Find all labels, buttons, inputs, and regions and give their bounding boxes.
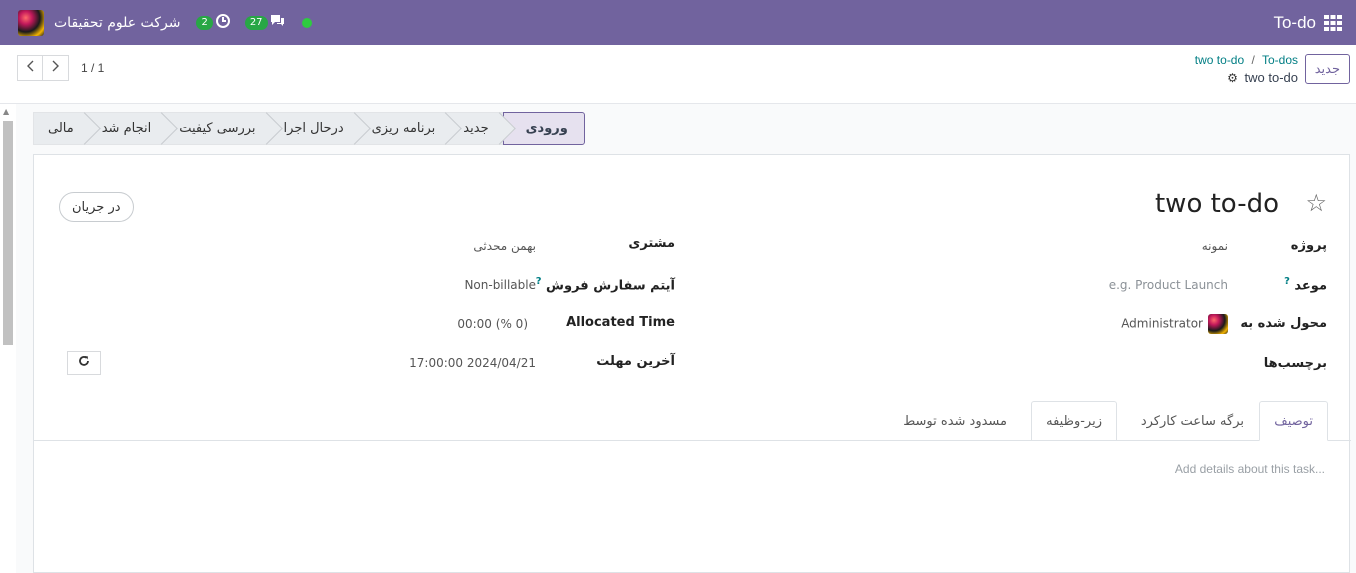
- milestone-label: ? موعد: [1284, 276, 1327, 294]
- allocated-time-value[interactable]: 00:00 (% 0): [457, 317, 536, 331]
- current-record-name: two to-do: [1244, 70, 1298, 85]
- pager-next-button[interactable]: [43, 55, 69, 81]
- stage-label: ورودی: [525, 121, 568, 136]
- app-name[interactable]: To-do: [1273, 13, 1316, 33]
- stage-button-4[interactable]: بررسی کیفیت: [165, 112, 283, 145]
- description-editor[interactable]: Add details about this task...: [1175, 462, 1325, 476]
- messaging-menu[interactable]: 27: [244, 13, 286, 32]
- activity-menu[interactable]: 2: [196, 13, 230, 33]
- star-icon[interactable]: ☆: [1305, 189, 1327, 217]
- activity-badge: 2: [196, 15, 213, 30]
- stage-label: انجام شد: [101, 121, 152, 136]
- deadline-value[interactable]: 17:00:00 2024/04/21: [409, 356, 536, 370]
- deadline-label: آخرین مهلت: [596, 354, 675, 369]
- scroll-up-arrow-icon[interactable]: ▲: [3, 107, 9, 116]
- tab-subtasks[interactable]: زیر-وظیفه: [1031, 401, 1117, 441]
- notebook-tabs: توصیف برگه ساعت کارکرد زیر-وظیفه مسدود ش…: [34, 401, 1351, 441]
- breadcrumb: two to-do / To-dos ⚙ two to-do: [1194, 53, 1298, 85]
- stage-button-6[interactable]: مالی: [33, 112, 101, 145]
- assignee-label: محول شده به: [1240, 316, 1327, 331]
- navbar-systray: شرکت علوم تحقیقات 2 27: [18, 0, 312, 45]
- stage-statusbar: ورودی جدید برنامه ریزی درحال اجرا بررسی …: [33, 112, 585, 145]
- stage-button-2[interactable]: برنامه ریزی: [357, 112, 463, 145]
- top-navbar: To-do شرکت علوم تحقیقات 2 27: [0, 0, 1356, 45]
- messages-badge: 27: [244, 15, 268, 30]
- tab-timesheets[interactable]: برگه ساعت کارکرد: [1127, 401, 1258, 441]
- gear-icon[interactable]: ⚙: [1227, 71, 1238, 85]
- navbar-app-area: To-do: [1273, 0, 1342, 45]
- tab-description[interactable]: توصیف: [1259, 401, 1328, 441]
- allocated-time-label: Allocated Time: [566, 315, 675, 330]
- scroll-thumb[interactable]: [3, 121, 13, 345]
- tab-blocked-by[interactable]: مسدود شده توسط: [889, 401, 1021, 441]
- breadcrumb-item-record[interactable]: two to-do: [1195, 53, 1244, 67]
- chevron-left-icon: [26, 60, 34, 76]
- form-sheet: ☆ two to-do در جریان پروژه نمونه ? موعد …: [33, 154, 1351, 573]
- new-button[interactable]: جدید: [1304, 54, 1350, 84]
- assignee-value[interactable]: Administrator: [1121, 314, 1228, 334]
- project-value[interactable]: نمونه: [1202, 239, 1228, 253]
- grid-icon[interactable]: [1324, 14, 1342, 31]
- task-title[interactable]: two to-do: [1155, 189, 1279, 219]
- milestone-field[interactable]: e.g. Product Launch: [1109, 278, 1228, 292]
- sales-order-item-value[interactable]: Non-billable: [464, 278, 536, 292]
- allocated-percent: (% 0): [495, 317, 528, 331]
- company-logo[interactable]: [18, 9, 44, 36]
- chat-icon: [269, 13, 286, 32]
- tags-label: برچسب‌ها: [1263, 356, 1327, 371]
- refresh-button[interactable]: [67, 351, 101, 375]
- presence-indicator: [301, 17, 312, 28]
- pager-value[interactable]: 1 / 1: [81, 61, 104, 75]
- breadcrumb-item-todos[interactable]: To-dos: [1262, 53, 1298, 67]
- pager: 1 / 1: [17, 55, 104, 81]
- customer-label: مشتری: [628, 236, 675, 251]
- stage-button-3[interactable]: درحال اجرا: [269, 112, 371, 145]
- clock-icon: [215, 13, 231, 33]
- chevron-right-icon: [52, 60, 60, 76]
- project-label: پروژه: [1290, 238, 1327, 253]
- company-name[interactable]: شرکت علوم تحقیقات: [54, 15, 180, 31]
- avatar: [1208, 314, 1228, 334]
- customer-value[interactable]: بهمن محدثی: [473, 239, 536, 253]
- help-tooltip-icon[interactable]: ?: [1284, 276, 1290, 287]
- stage-label: درحال اجرا: [283, 121, 344, 136]
- stage-label: بررسی کیفیت: [179, 121, 256, 136]
- refresh-icon: [78, 355, 90, 371]
- state-button[interactable]: در جریان: [59, 192, 134, 222]
- stage-label: مالی: [48, 121, 74, 136]
- help-tooltip-icon[interactable]: ?: [536, 276, 542, 287]
- sales-order-item-label: ? آیتم سفارش فروش: [535, 276, 675, 294]
- control-panel: 1 / 1 two to-do / To-dos ⚙ two to-do جدی…: [0, 45, 1356, 104]
- stage-label: برنامه ریزی: [371, 121, 436, 136]
- pager-previous-button[interactable]: [17, 55, 43, 81]
- vertical-scrollbar[interactable]: ▲: [0, 104, 16, 573]
- stage-label: جدید: [463, 121, 489, 136]
